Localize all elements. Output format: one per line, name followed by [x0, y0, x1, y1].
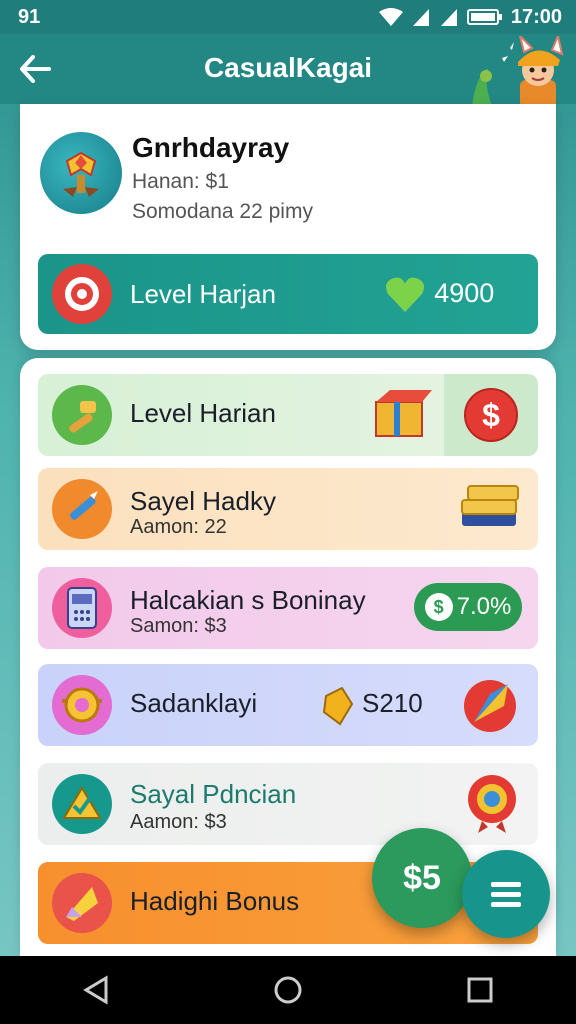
nav-recents-button[interactable]	[450, 960, 510, 1020]
list-item-title: Level Harian	[130, 398, 276, 428]
gem-icon	[322, 686, 354, 726]
list-item-subtitle: Aamon: $3	[130, 811, 227, 833]
target-ring-icon	[52, 264, 112, 324]
profile-card: Gnrhdayray Hanan: $1 Somodana 22 pimy Le…	[20, 104, 556, 350]
heart-icon	[386, 277, 424, 312]
level-banner-amount: 4900	[432, 278, 495, 308]
list-item-subtitle: Samon: $3	[130, 615, 227, 637]
status-left-text: 91	[18, 5, 41, 28]
svg-text:$: $	[482, 397, 500, 433]
level-banner-label: Level Harjan	[130, 279, 276, 309]
nav-back-button[interactable]	[66, 960, 126, 1020]
list-item-amount: S210	[362, 688, 423, 718]
battery-icon	[466, 9, 502, 25]
status-bar: 91 17:00	[0, 0, 576, 34]
list-item[interactable]: Sayel Hadky Aamon: 22	[38, 468, 538, 550]
cash-fab-label: $5	[403, 858, 441, 897]
pencil-tool-icon	[52, 479, 112, 539]
wifi-icon	[378, 8, 403, 26]
coin-icon: $	[424, 593, 453, 621]
signal-icon-2	[440, 9, 457, 26]
trophy-flower-icon	[63, 151, 99, 197]
list-item-title: Sayal Pdncian	[130, 779, 297, 809]
profile-name: Gnrhdayray	[132, 132, 290, 163]
gear-medal-icon	[52, 675, 112, 735]
percent-badge-value: 7.0%	[456, 593, 512, 620]
list-item-subtitle: Aamon: 22	[130, 516, 227, 538]
menu-fab-button[interactable]	[462, 850, 550, 938]
menu-icon	[491, 882, 521, 907]
profile-avatar	[40, 132, 122, 214]
list-item[interactable]: Sadanklayi S210	[38, 664, 538, 746]
list-item[interactable]: Level Harian $	[38, 374, 538, 456]
list-item-title: Sayel Hadky	[130, 486, 276, 516]
check-badge-icon	[52, 774, 112, 834]
circle-home-icon	[274, 976, 302, 1004]
list-item-title: Hadighi Bonus	[130, 886, 300, 916]
mascot-character-icon	[472, 36, 564, 108]
system-nav-bar	[0, 956, 576, 1024]
list-item-title: Sadanklayi	[130, 688, 258, 718]
triangle-back-icon	[83, 975, 108, 1005]
signal-icon	[412, 9, 429, 26]
nav-home-button[interactable]	[258, 960, 318, 1020]
profile-subtitle: Somodana 22 pimy	[132, 200, 313, 223]
percent-badge[interactable]: $ 7.0%	[414, 583, 522, 631]
list-item-title: Halcakian s Boninay	[130, 585, 366, 615]
hammer-icon	[52, 385, 112, 445]
target-medal-icon	[468, 775, 516, 833]
list-item[interactable]: Sayal Pdncian Aamon: $3	[38, 763, 538, 845]
dollar-coin-icon: $	[464, 388, 518, 442]
status-icons: 17:00	[378, 5, 562, 29]
status-time: 17:00	[510, 5, 562, 28]
square-recents-icon	[467, 977, 493, 1003]
rocket-icon	[464, 680, 516, 732]
profile-balance: Hanan: $1	[132, 170, 229, 193]
cash-fab-button[interactable]: $5	[372, 828, 472, 928]
list-item[interactable]: Halcakian s Boninay Samon: $3 $ 7.0%	[38, 567, 538, 649]
phone-calculator-icon	[52, 578, 112, 638]
cash-stack-icon	[461, 485, 519, 526]
gift-box-icon	[375, 390, 432, 437]
folder-bonus-icon	[52, 873, 112, 933]
level-banner[interactable]: Level Harjan 4900	[38, 254, 538, 334]
